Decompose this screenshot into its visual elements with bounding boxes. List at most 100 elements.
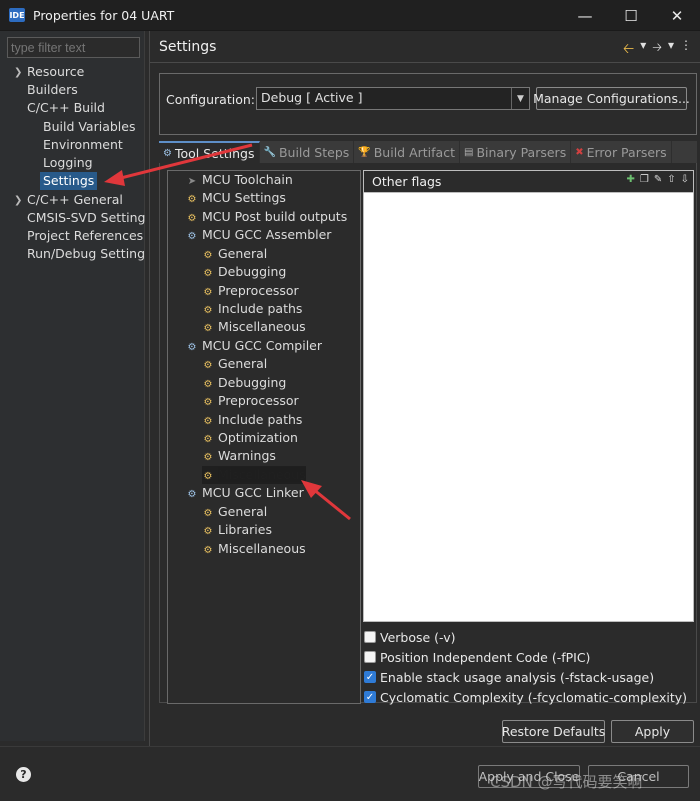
sidebar-item-run-debug[interactable]: Run/Debug Setting bbox=[27, 245, 145, 263]
more-icon[interactable]: ⋮ bbox=[680, 38, 692, 62]
settings-tabs: ⚙ Tool Settings 🔧 Build Steps 🏆 Build Artif… bbox=[159, 141, 697, 163]
help-icon[interactable]: ? bbox=[16, 767, 31, 782]
fpic-checkbox[interactable] bbox=[364, 651, 376, 663]
tree-item-linker-libraries[interactable]: ⚙ Libraries bbox=[202, 521, 272, 539]
tree-item-label: Include paths bbox=[218, 301, 303, 316]
copy-icon[interactable]: ❐ bbox=[640, 174, 649, 185]
other-flags-list[interactable] bbox=[363, 192, 694, 622]
stack-usage-checkbox[interactable]: ✓ bbox=[364, 671, 376, 683]
back-arrow-icon[interactable]: 🡠 bbox=[623, 38, 634, 62]
tree-item-label: MCU GCC Assembler bbox=[202, 227, 332, 242]
tree-item-compiler-debugging[interactable]: ⚙ Debugging bbox=[202, 374, 287, 392]
tree-item-gcc-compiler[interactable]: ⚙ MCU GCC Compiler bbox=[186, 337, 323, 355]
maximize-button[interactable]: ☐ bbox=[608, 0, 654, 31]
tree-item-compiler-optimization[interactable]: ⚙ Optimization bbox=[202, 429, 298, 447]
other-flags-title: Other flags bbox=[372, 174, 442, 189]
tab-label: Error Parsers bbox=[586, 144, 667, 160]
tab-label: Binary Parsers bbox=[476, 144, 567, 160]
tab-binary-parsers[interactable]: ▤ Binary Parsers bbox=[460, 141, 572, 163]
ide-app-icon: IDE bbox=[9, 8, 25, 22]
cyclomatic-checkbox[interactable]: ✓ bbox=[364, 691, 376, 703]
sidebar-item-cpp-general[interactable]: C/C++ General bbox=[27, 191, 123, 209]
tree-item-gcc-assembler[interactable]: ⚙ MCU GCC Assembler bbox=[186, 226, 332, 244]
edit-icon[interactable]: ✎ bbox=[654, 174, 662, 185]
tree-item-compiler-warnings[interactable]: ⚙ Warnings bbox=[202, 447, 276, 465]
expand-arrow-icon[interactable]: ❯ bbox=[14, 195, 22, 206]
tree-item-post-build[interactable]: ⚙ MCU Post build outputs bbox=[186, 208, 348, 226]
configuration-select[interactable]: Debug [ Active ] ▼ bbox=[256, 87, 530, 110]
dropdown-icon[interactable]: ▾ bbox=[640, 38, 646, 62]
tree-item-assembler-general[interactable]: ⚙ General bbox=[202, 245, 268, 263]
tree-item-assembler-include-paths[interactable]: ⚙ Include paths bbox=[202, 300, 303, 318]
tree-item-mcu-toolchain[interactable]: ➤ MCU Toolchain bbox=[186, 171, 293, 189]
close-button[interactable]: ✕ bbox=[654, 0, 700, 31]
filter-input[interactable] bbox=[7, 37, 140, 58]
apply-button[interactable]: Apply bbox=[611, 720, 694, 743]
sidebar-item-resource[interactable]: Resource bbox=[27, 63, 84, 81]
tree-item-label: Miscellaneous bbox=[218, 467, 306, 482]
minimize-button[interactable]: — bbox=[562, 0, 608, 31]
tree-item-compiler-include-paths[interactable]: ⚙ Include paths bbox=[202, 411, 303, 429]
tree-item-label: Debugging bbox=[218, 264, 287, 279]
sidebar-item-settings[interactable]: Settings bbox=[40, 172, 98, 190]
window-title: Properties for 04 UART bbox=[33, 7, 175, 23]
cyclomatic-option[interactable]: ✓ Cyclomatic Complexity (-fcyclomatic-co… bbox=[364, 688, 687, 706]
tree-item-mcu-settings[interactable]: ⚙ MCU Settings bbox=[186, 189, 286, 207]
restore-defaults-button[interactable]: Restore Defaults bbox=[502, 720, 605, 743]
fpic-option[interactable]: Position Independent Code (-fPIC) bbox=[364, 648, 590, 666]
move-up-icon[interactable]: ⇧ bbox=[667, 174, 675, 185]
tree-item-linker-miscellaneous[interactable]: ⚙ Miscellaneous bbox=[202, 540, 306, 558]
verbose-option[interactable]: Verbose (-v) bbox=[364, 628, 456, 646]
tree-item-label: MCU GCC Linker bbox=[202, 485, 304, 500]
tree-item-assembler-preprocessor[interactable]: ⚙ Preprocessor bbox=[202, 282, 299, 300]
move-down-icon[interactable]: ⇩ bbox=[681, 174, 689, 185]
sidebar-item-build-variables[interactable]: Build Variables bbox=[43, 118, 135, 136]
sidebar-item-builders[interactable]: Builders bbox=[27, 81, 78, 99]
tree-item-compiler-miscellaneous[interactable]: ⚙ Miscellaneous bbox=[202, 466, 306, 484]
tree-item-assembler-miscellaneous[interactable]: ⚙ Miscellaneous bbox=[202, 318, 306, 336]
page-header: Settings 🡠 ▾ 🡢 ▾ ⋮ bbox=[150, 31, 700, 63]
tool-tree: ➤ MCU Toolchain ⚙ MCU Settings ⚙ MCU Post b… bbox=[167, 170, 361, 704]
settings-folder-icon: ⚙ bbox=[203, 545, 213, 556]
sidebar-item-project-references[interactable]: Project References bbox=[27, 227, 143, 245]
tree-item-label: Optimization bbox=[218, 430, 298, 445]
verbose-checkbox[interactable] bbox=[364, 631, 376, 643]
tab-build-steps[interactable]: 🔧 Build Steps bbox=[260, 141, 355, 163]
tab-error-parsers[interactable]: ✖ Error Parsers bbox=[571, 141, 672, 163]
other-flags-header: Other flags ✚ ❐ ✎ ⇧ ⇩ bbox=[363, 170, 694, 192]
tree-item-compiler-preprocessor[interactable]: ⚙ Preprocessor bbox=[202, 392, 299, 410]
sidebar-item-cpp-build[interactable]: C/C++ Build bbox=[27, 99, 105, 117]
tab-label: Tool Settings bbox=[174, 145, 255, 161]
sidebar-item-cmsis-svd[interactable]: CMSIS-SVD Setting bbox=[27, 209, 145, 227]
tab-label: Build Artifact bbox=[373, 144, 455, 160]
dropdown-icon[interactable]: ▾ bbox=[668, 38, 674, 62]
tab-build-artifact[interactable]: 🏆 Build Artifact bbox=[354, 141, 460, 163]
tree-item-compiler-general[interactable]: ⚙ General bbox=[202, 355, 268, 373]
tool-gear-icon: ⚙ bbox=[187, 231, 197, 242]
tree-item-label: Include paths bbox=[218, 412, 303, 427]
tree-item-label: Miscellaneous bbox=[218, 319, 306, 334]
chevron-down-icon[interactable]: ▼ bbox=[511, 88, 529, 109]
stack-usage-option[interactable]: ✓ Enable stack usage analysis (-fstack-u… bbox=[364, 668, 654, 686]
tab-tool-settings[interactable]: ⚙ Tool Settings bbox=[159, 141, 260, 163]
forward-arrow-icon[interactable]: 🡢 bbox=[652, 38, 662, 62]
expand-arrow-icon[interactable]: ❯ bbox=[14, 67, 22, 78]
settings-folder-icon: ⚙ bbox=[203, 526, 213, 537]
settings-folder-icon: ⚙ bbox=[203, 397, 213, 408]
tree-item-label: Warnings bbox=[218, 448, 276, 463]
add-icon[interactable]: ✚ bbox=[626, 174, 634, 185]
tree-item-linker-general[interactable]: ⚙ General bbox=[202, 503, 268, 521]
tree-item-label: Libraries bbox=[218, 522, 272, 537]
manage-configurations-button[interactable]: Manage Configurations... bbox=[533, 87, 690, 110]
sidebar-item-logging[interactable]: Logging bbox=[43, 154, 93, 172]
tree-item-label: Preprocessor bbox=[218, 283, 299, 298]
settings-panel: Settings 🡠 ▾ 🡢 ▾ ⋮ Configuration: Debug … bbox=[150, 31, 700, 746]
tree-item-assembler-debugging[interactable]: ⚙ Debugging bbox=[202, 263, 287, 281]
configuration-label: Configuration: bbox=[166, 92, 255, 107]
tree-item-label: MCU GCC Compiler bbox=[202, 338, 323, 353]
error-icon: ✖ bbox=[575, 146, 584, 158]
wrench-icon: 🔧 bbox=[263, 146, 276, 158]
tree-item-label: Debugging bbox=[218, 375, 287, 390]
tree-item-gcc-linker[interactable]: ⚙ MCU GCC Linker bbox=[186, 484, 304, 502]
sidebar-item-environment[interactable]: Environment bbox=[43, 136, 123, 154]
